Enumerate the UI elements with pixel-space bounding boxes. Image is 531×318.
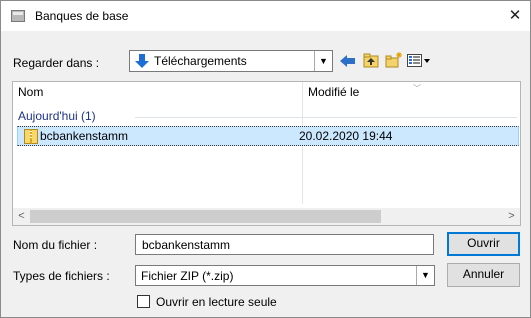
window-title: Banques de base (35, 9, 129, 23)
title-bar: Banques de base ✕ (1, 1, 530, 31)
filetype-value: Fichier ZIP (*.zip) (141, 269, 234, 283)
readonly-checkbox[interactable] (137, 295, 150, 308)
group-divider (135, 117, 517, 118)
look-in-dropdown[interactable]: Téléchargements ▼ (129, 50, 333, 72)
column-header-modified[interactable]: Modifié le (303, 82, 520, 103)
cancel-button[interactable]: Annuler (447, 263, 520, 287)
file-modified-cell: 20.02.2020 19:44 (299, 129, 393, 143)
chevron-down-icon[interactable]: ▼ (314, 51, 332, 71)
view-menu-icon (407, 54, 430, 67)
download-arrow-icon (135, 54, 149, 68)
file-list[interactable]: Nom Modifié le ﹀ Aujourd'hui (1) bcbanke… (12, 81, 521, 226)
look-in-label: Regarder dans : (13, 56, 100, 70)
chevron-down-icon[interactable]: ▼ (416, 266, 434, 285)
database-app-icon (11, 10, 25, 22)
table-row[interactable]: bcbankenstamm 20.02.2020 19:44 (17, 126, 519, 146)
back-arrow-icon (340, 55, 355, 67)
readonly-checkbox-label[interactable]: Ouvrir en lecture seule (156, 295, 277, 309)
scrollbar-thumb[interactable] (30, 210, 381, 223)
filename-input[interactable] (135, 234, 434, 255)
column-header-name[interactable]: Nom (13, 82, 302, 103)
zip-file-icon (24, 129, 38, 144)
look-in-value: Téléchargements (154, 54, 247, 68)
new-folder-icon (385, 52, 402, 68)
scroll-left-icon[interactable]: < (13, 208, 30, 225)
horizontal-scrollbar[interactable]: < > (13, 208, 520, 225)
new-folder-button[interactable] (383, 50, 405, 72)
open-file-dialog: Banques de base ✕ Regarder dans : Téléch… (0, 0, 531, 318)
filetype-dropdown[interactable]: Fichier ZIP (*.zip) ▼ (135, 265, 435, 286)
file-name-cell: bcbankenstamm (40, 129, 129, 143)
filetype-label: Types de fichiers : (13, 269, 110, 283)
back-button[interactable] (337, 50, 359, 72)
close-button[interactable]: ✕ (500, 1, 530, 31)
view-menu-button[interactable] (406, 50, 432, 72)
scroll-right-icon[interactable]: > (503, 208, 520, 225)
open-button[interactable]: Ouvrir (447, 232, 520, 256)
up-folder-button[interactable] (360, 50, 382, 72)
group-header-today[interactable]: Aujourd'hui (1) (18, 109, 96, 123)
sort-chevron-icon: ﹀ (413, 84, 421, 93)
filename-label: Nom du fichier : (13, 238, 98, 252)
up-folder-icon (363, 53, 379, 68)
